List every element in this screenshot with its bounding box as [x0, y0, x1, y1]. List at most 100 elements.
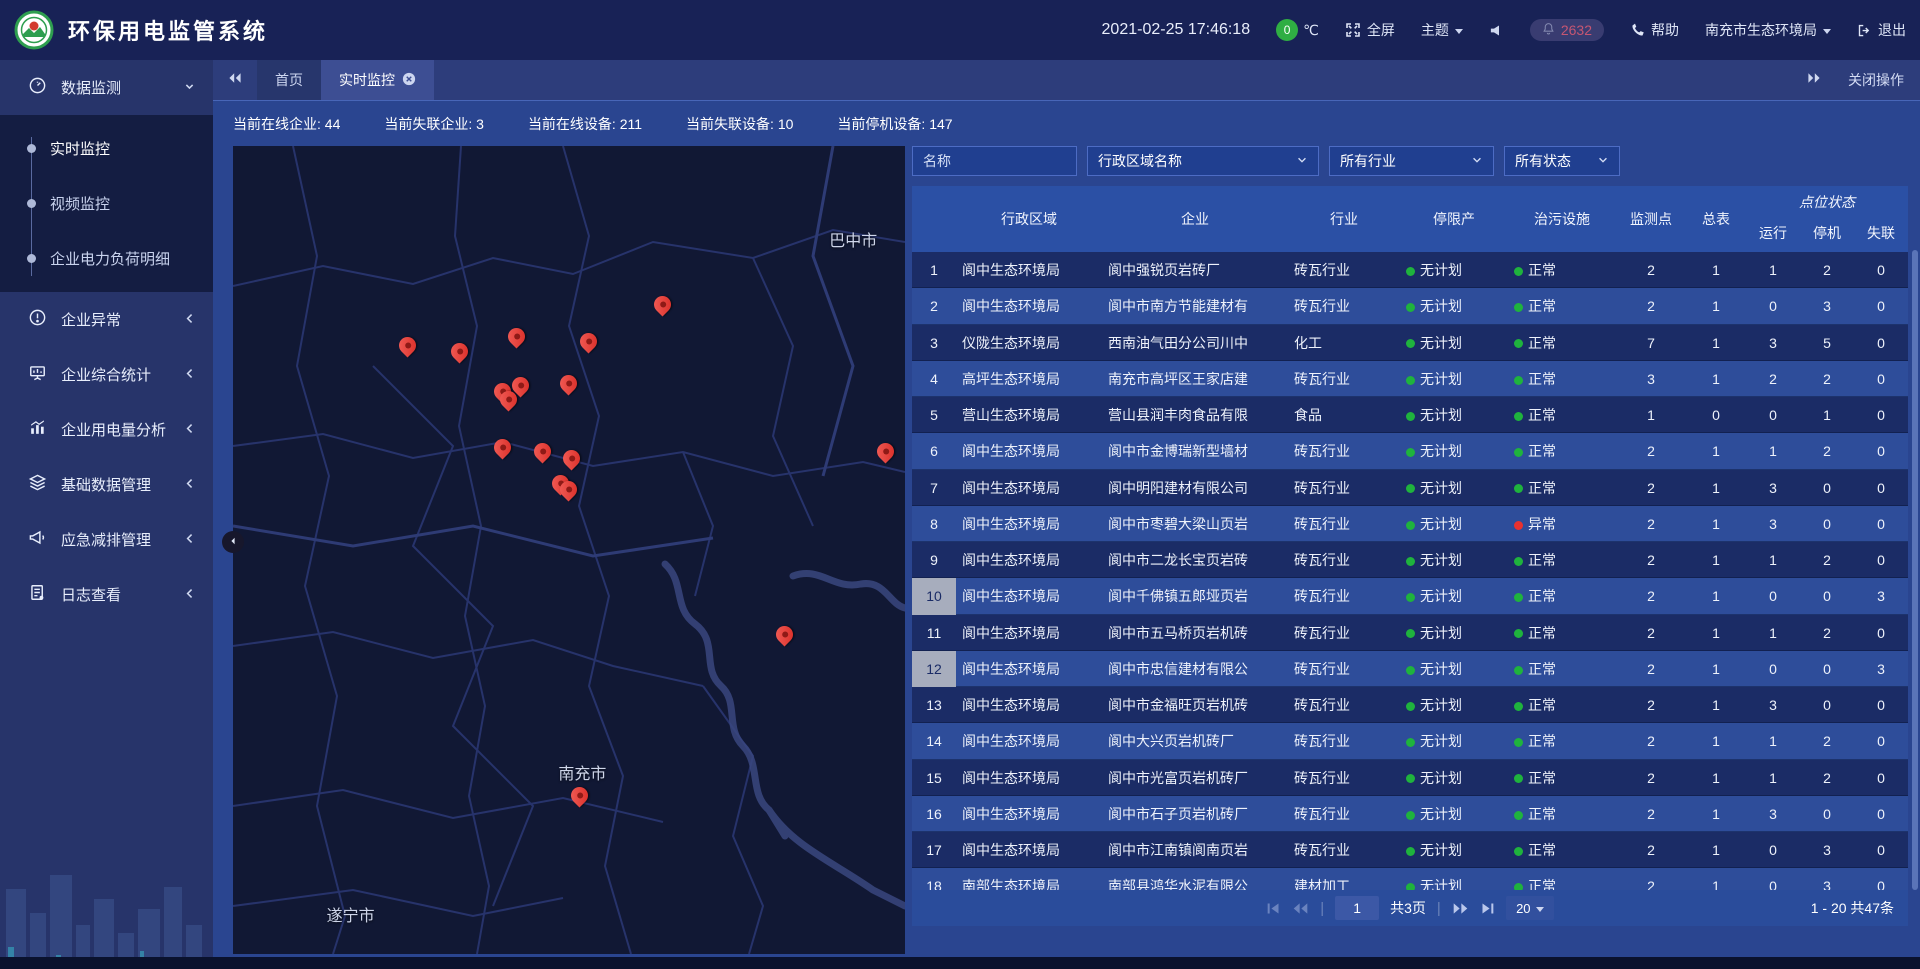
- total-meter-cell: 1: [1686, 552, 1746, 568]
- region-filter-select[interactable]: 行政区域名称: [1087, 146, 1319, 176]
- table-row[interactable]: 5营山生态环境局营山县润丰肉食品有限食品无计划正常10010: [912, 397, 1908, 433]
- table-row[interactable]: 1阆中生态环境局阆中强锐页岩砖厂砖瓦行业无计划正常21120: [912, 252, 1908, 288]
- page-number-input[interactable]: [1335, 896, 1379, 920]
- table-row[interactable]: 18南部生态环境局南部县鸿华水泥有限公建材加工无计划正常21030: [912, 868, 1908, 890]
- row-number-cell: 8: [912, 506, 956, 542]
- fullscreen-label: 全屏: [1367, 20, 1395, 40]
- table-row[interactable]: 9阆中生态环境局阆中市二龙长宝页岩砖砖瓦行业无计划正常21120: [912, 542, 1908, 578]
- monitor-points-cell: 2: [1616, 770, 1686, 786]
- table-row[interactable]: 16阆中生态环境局阆中市石子页岩机砖厂砖瓦行业无计划正常21300: [912, 796, 1908, 832]
- table-header-cell[interactable]: 运行: [1746, 223, 1800, 243]
- company-cell: 阆中市石子页岩机砖厂: [1102, 804, 1288, 824]
- table-row[interactable]: 4高坪生态环境局南充市高坪区王家店建砖瓦行业无计划正常31220: [912, 361, 1908, 397]
- total-meter-cell: 1: [1686, 335, 1746, 351]
- chevron-down-icon: [1471, 153, 1483, 169]
- help-button[interactable]: 帮助: [1630, 20, 1679, 40]
- tab-realtime-monitor[interactable]: 实时监控: [321, 60, 434, 100]
- facility-status-cell: 正常: [1508, 296, 1616, 316]
- table-header-cell[interactable]: 停限产: [1400, 186, 1508, 252]
- table-header-cell[interactable]: 治污设施: [1508, 186, 1616, 252]
- region-cell: 阆中生态环境局: [956, 296, 1102, 316]
- mute-button[interactable]: [1489, 23, 1504, 38]
- monitor-points-cell: 2: [1616, 588, 1686, 604]
- table-row[interactable]: 11阆中生态环境局阆中市五马桥页岩机砖砖瓦行业无计划正常21120: [912, 615, 1908, 651]
- table-header-cell[interactable]: 总表: [1686, 186, 1746, 252]
- table-row[interactable]: 14阆中生态环境局阆中大兴页岩机砖厂砖瓦行业无计划正常21120: [912, 723, 1908, 759]
- notification-badge[interactable]: 2632: [1530, 19, 1604, 41]
- table-header-cell[interactable]: 行业: [1288, 186, 1400, 252]
- last-page-button[interactable]: [1480, 902, 1495, 915]
- region-cell: 阆中生态环境局: [956, 623, 1102, 643]
- name-filter-input[interactable]: [912, 146, 1077, 176]
- disconnected-count-cell: 0: [1854, 733, 1908, 749]
- next-page-button[interactable]: [1452, 902, 1469, 915]
- production-status-cell: 无计划: [1400, 260, 1508, 280]
- running-count-cell: 2: [1746, 371, 1800, 387]
- table-row[interactable]: 2阆中生态环境局阆中市南方节能建材有砖瓦行业无计划正常21030: [912, 288, 1908, 324]
- sidebar-section-label: 数据监测: [61, 77, 121, 98]
- table-row[interactable]: 15阆中生态环境局阆中市光富页岩机砖厂砖瓦行业无计划正常21120: [912, 760, 1908, 796]
- table-header-cell[interactable]: 失联: [1854, 223, 1908, 243]
- stopped-count-cell: 2: [1800, 733, 1854, 749]
- sidebar-section[interactable]: 企业异常: [0, 292, 213, 347]
- table-row[interactable]: 8阆中生态环境局阆中市枣碧大梁山页岩砖瓦行业无计划异常21300: [912, 506, 1908, 542]
- industry-filter-select[interactable]: 所有行业: [1329, 146, 1494, 176]
- table-header-cell[interactable]: 停机: [1800, 223, 1854, 243]
- production-status-cell: 无计划: [1400, 333, 1508, 353]
- sidebar-section[interactable]: 应急减排管理: [0, 512, 213, 567]
- sidebar-section-label: 企业异常: [61, 309, 121, 330]
- sidebar-section[interactable]: 企业综合统计: [0, 347, 213, 402]
- sidebar-section[interactable]: 企业用电量分析: [0, 402, 213, 457]
- table-row[interactable]: 13阆中生态环境局阆中市金福旺页岩机砖砖瓦行业无计划正常21300: [912, 687, 1908, 723]
- page-size-select[interactable]: 20: [1506, 896, 1554, 920]
- stopped-count-cell: 0: [1800, 516, 1854, 532]
- tabs-scroll-left-button[interactable]: [213, 60, 257, 100]
- sidebar-subitem[interactable]: 视频监控: [0, 176, 213, 231]
- logout-button[interactable]: 退出: [1857, 20, 1906, 40]
- status-dot-icon: [1514, 303, 1523, 312]
- production-status-cell: 无计划: [1400, 296, 1508, 316]
- map-collapse-button[interactable]: [222, 531, 244, 553]
- theme-label: 主题: [1421, 20, 1449, 40]
- tab-home[interactable]: 首页: [257, 60, 321, 100]
- industry-cell: 砖瓦行业: [1288, 550, 1400, 570]
- org-dropdown[interactable]: 南充市生态环境局: [1705, 20, 1831, 40]
- header-actions: 2021-02-25 17:46:18 0 ℃ 全屏 主题 2632: [1102, 19, 1906, 41]
- table-header-cell[interactable]: 企业: [1102, 186, 1288, 252]
- map-panel[interactable]: 巴中市南充市遂宁市: [233, 146, 905, 954]
- facility-status-cell: 正常: [1508, 586, 1616, 606]
- table-row[interactable]: 7阆中生态环境局阆中明阳建材有限公司砖瓦行业无计划正常21300: [912, 470, 1908, 506]
- tab-close-icon[interactable]: [402, 72, 416, 89]
- prev-page-button[interactable]: [1292, 902, 1309, 915]
- sidebar-subitem[interactable]: 实时监控: [0, 121, 213, 176]
- sidebar-subitem[interactable]: 企业电力负荷明细: [0, 231, 213, 286]
- theme-dropdown[interactable]: 主题: [1421, 20, 1463, 40]
- first-page-button[interactable]: [1266, 902, 1281, 915]
- table-panel: 行政区域名称 所有行业 所有状态 行政区域企业行业停限产治污设施监测点总表点位状…: [912, 146, 1908, 926]
- company-cell: 阆中市光富页岩机砖厂: [1102, 768, 1288, 788]
- production-status-cell: 无计划: [1400, 731, 1508, 751]
- industry-cell: 食品: [1288, 405, 1400, 425]
- vertical-scrollbar[interactable]: [1912, 250, 1918, 890]
- sidebar-subitem-label: 实时监控: [50, 138, 110, 159]
- table-header-cell[interactable]: 行政区域: [956, 186, 1102, 252]
- status-dot-icon: [1406, 521, 1415, 530]
- table-row[interactable]: 17阆中生态环境局阆中市江南镇阆南页岩砖瓦行业无计划正常21030: [912, 832, 1908, 868]
- running-count-cell: 1: [1746, 552, 1800, 568]
- tabs-scroll-right-button[interactable]: [1806, 71, 1822, 90]
- company-cell: 阆中市二龙长宝页岩砖: [1102, 550, 1288, 570]
- sidebar-section[interactable]: 日志查看: [0, 567, 213, 622]
- monitor-points-cell: 3: [1616, 371, 1686, 387]
- sidebar-section-data-monitor[interactable]: 数据监测: [0, 60, 213, 115]
- table-row[interactable]: 10阆中生态环境局阆中千佛镇五郎垭页岩砖瓦行业无计划正常21003: [912, 578, 1908, 614]
- close-operations-button[interactable]: 关闭操作: [1848, 70, 1904, 90]
- status-filter-select[interactable]: 所有状态: [1504, 146, 1620, 176]
- total-meter-cell: 1: [1686, 516, 1746, 532]
- table-row[interactable]: 12阆中生态环境局阆中市忠信建材有限公砖瓦行业无计划正常21003: [912, 651, 1908, 687]
- table-header-cell[interactable]: 监测点: [1616, 186, 1686, 252]
- sidebar-section[interactable]: 基础数据管理: [0, 457, 213, 512]
- table-row[interactable]: 3仪陇生态环境局西南油气田分公司川中化工无计划正常71350: [912, 325, 1908, 361]
- stat-item: 当前失联企业: 3: [384, 114, 484, 134]
- table-row[interactable]: 6阆中生态环境局阆中市金博瑞新型墙材砖瓦行业无计划正常21120: [912, 433, 1908, 469]
- fullscreen-button[interactable]: 全屏: [1345, 20, 1395, 40]
